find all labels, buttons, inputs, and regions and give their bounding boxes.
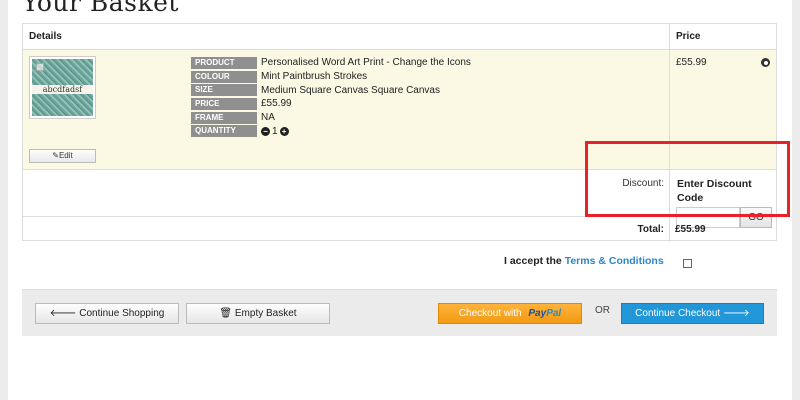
empty-basket-label: Empty Basket [234,308,297,319]
property-label: SIZE [191,84,257,97]
thumbnail-text: abcdfadsf [32,85,93,94]
paypal-pal: Pal [546,308,562,319]
quantity-value: 1 [272,125,278,137]
edit-button[interactable]: ✎Edit [29,149,96,163]
empty-basket-button[interactable]: 🗑 Empty Basket [186,303,330,324]
total-row: Total: £55.99 [23,216,776,242]
discount-highlight-box [585,141,790,217]
property-price: PRICE £55.99 [191,97,471,111]
property-value: NA [261,112,275,124]
paypal-logo-icon: PayPal [528,308,561,319]
property-value: £55.99 [261,98,292,110]
total-label: Total: [637,224,664,235]
arrow-right-icon: 🡒 [723,308,750,319]
decrease-quantity-icon[interactable]: − [261,126,270,136]
remove-item-icon[interactable] [761,58,770,67]
thumbnail-image: abcdfadsf [32,59,93,116]
continue-shopping-label: Continue Shopping [79,308,165,319]
property-label: PRODUCT [191,56,257,69]
property-frame: FRAME NA [191,111,471,125]
checkout-with-label: Checkout with [458,308,522,319]
product-properties: PRODUCT Personalised Word Art Print - Ch… [191,56,471,138]
terms-link[interactable]: Terms & Conditions [565,255,664,267]
property-label: QUANTITY [191,125,257,138]
property-value: Medium Square Canvas Square Canvas [261,84,440,96]
terms-checkbox[interactable] [683,259,692,268]
continue-checkout-label: Continue Checkout [635,308,721,319]
edit-icon: ✎ [52,151,59,160]
property-quantity: QUANTITY − 1 + [191,124,471,138]
page-title: Your Basket [22,0,179,17]
page: Your Basket Details Price abcdfadsf ✎Edi… [0,0,800,400]
arrow-left-icon: 🡐 [49,308,77,319]
basket-actions-bar: 🡐 Continue Shopping 🗑 Empty Basket Check… [22,289,777,336]
quantity-stepper: − 1 + [261,126,289,137]
details-header: Details [29,31,62,42]
item-price: £55.99 [676,57,707,68]
checkout-with-paypal-button[interactable]: Checkout with PayPal [438,303,582,324]
total-value: £55.99 [675,224,706,235]
property-product: PRODUCT Personalised Word Art Print - Ch… [191,56,471,70]
product-thumbnail[interactable]: abcdfadsf [29,56,96,119]
increase-quantity-icon[interactable]: + [279,126,289,136]
continue-checkout-button[interactable]: Continue Checkout 🡒 [621,303,764,324]
property-colour: COLOUR Mint Paintbrush Strokes [191,70,471,84]
property-label: FRAME [191,111,257,124]
total-divider [669,217,670,242]
paypal-pay: Pay [528,308,547,319]
price-header: Price [669,24,777,49]
continue-shopping-button[interactable]: 🡐 Continue Shopping [35,303,179,324]
property-label: COLOUR [191,70,257,83]
property-size: SIZE Medium Square Canvas Square Canvas [191,83,471,97]
terms-prefix: I accept the [504,255,562,267]
terms-acceptance: I accept the Terms & Conditions [504,255,664,267]
or-separator: OR [595,305,610,316]
trash-icon: 🗑 [219,308,233,319]
thumbnail-checkbox-icon [36,63,44,71]
property-value: Personalised Word Art Print - Change the… [261,57,471,69]
edit-label: Edit [58,151,73,160]
property-label: PRICE [191,97,257,110]
property-value: Mint Paintbrush Strokes [261,71,368,83]
